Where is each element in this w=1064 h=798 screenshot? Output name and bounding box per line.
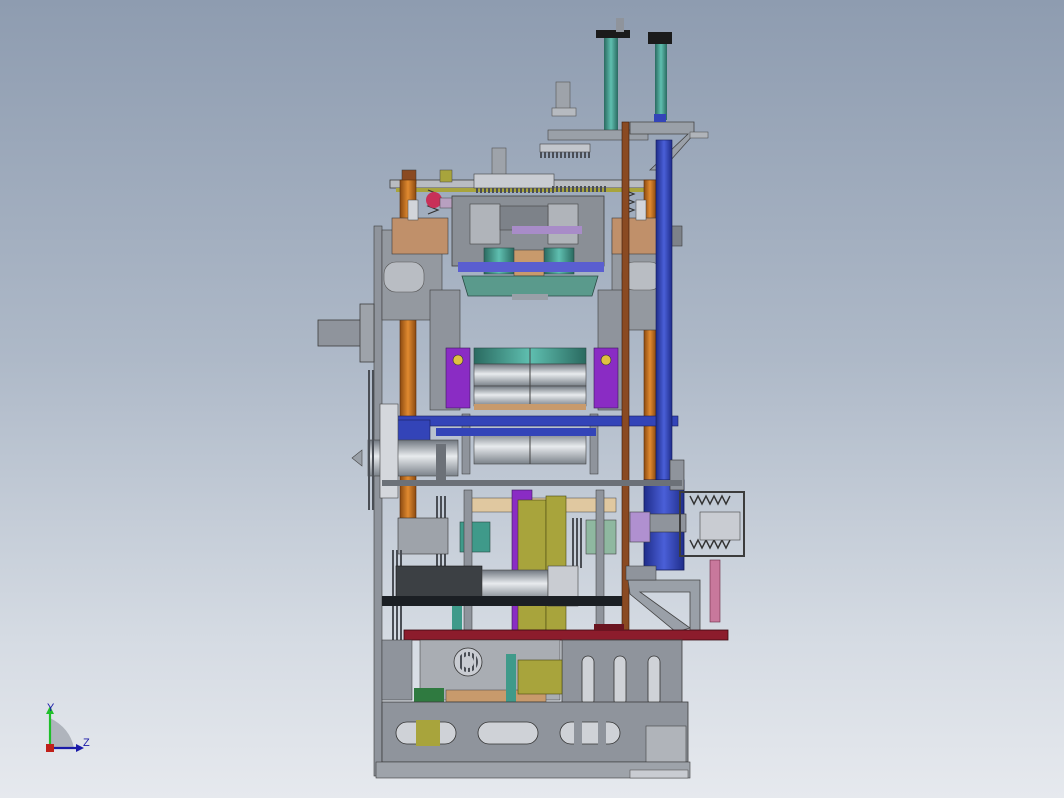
gear-section	[382, 480, 682, 641]
y-axis-label: Y	[47, 702, 55, 714]
main-drive-shaft	[382, 565, 622, 630]
coordinate-triad: Y Z	[46, 702, 90, 752]
cad-viewport[interactable]: Y Z	[0, 0, 1064, 798]
brown-rod	[621, 121, 630, 633]
lower-bracket	[625, 565, 701, 633]
assembly-model[interactable]: Y Z	[0, 0, 1064, 798]
lower-base	[375, 639, 691, 779]
z-axis-label: Z	[83, 737, 90, 749]
rollers	[445, 347, 619, 475]
